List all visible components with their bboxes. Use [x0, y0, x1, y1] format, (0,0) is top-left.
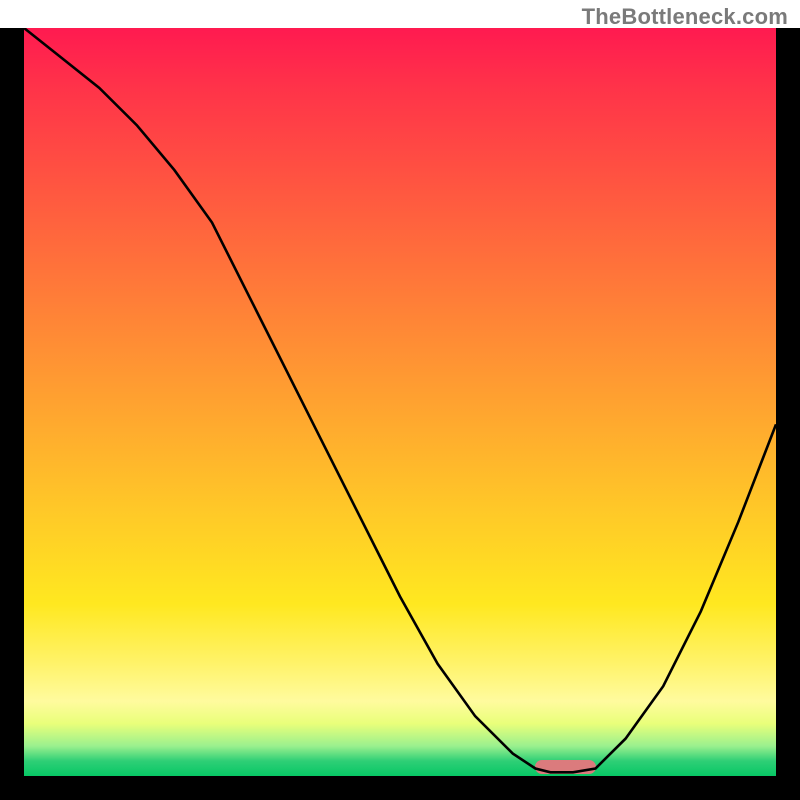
chart-frame — [0, 28, 800, 800]
bottleneck-curve — [24, 28, 776, 776]
watermark-text: TheBottleneck.com — [582, 4, 788, 30]
plot-area — [24, 28, 776, 776]
